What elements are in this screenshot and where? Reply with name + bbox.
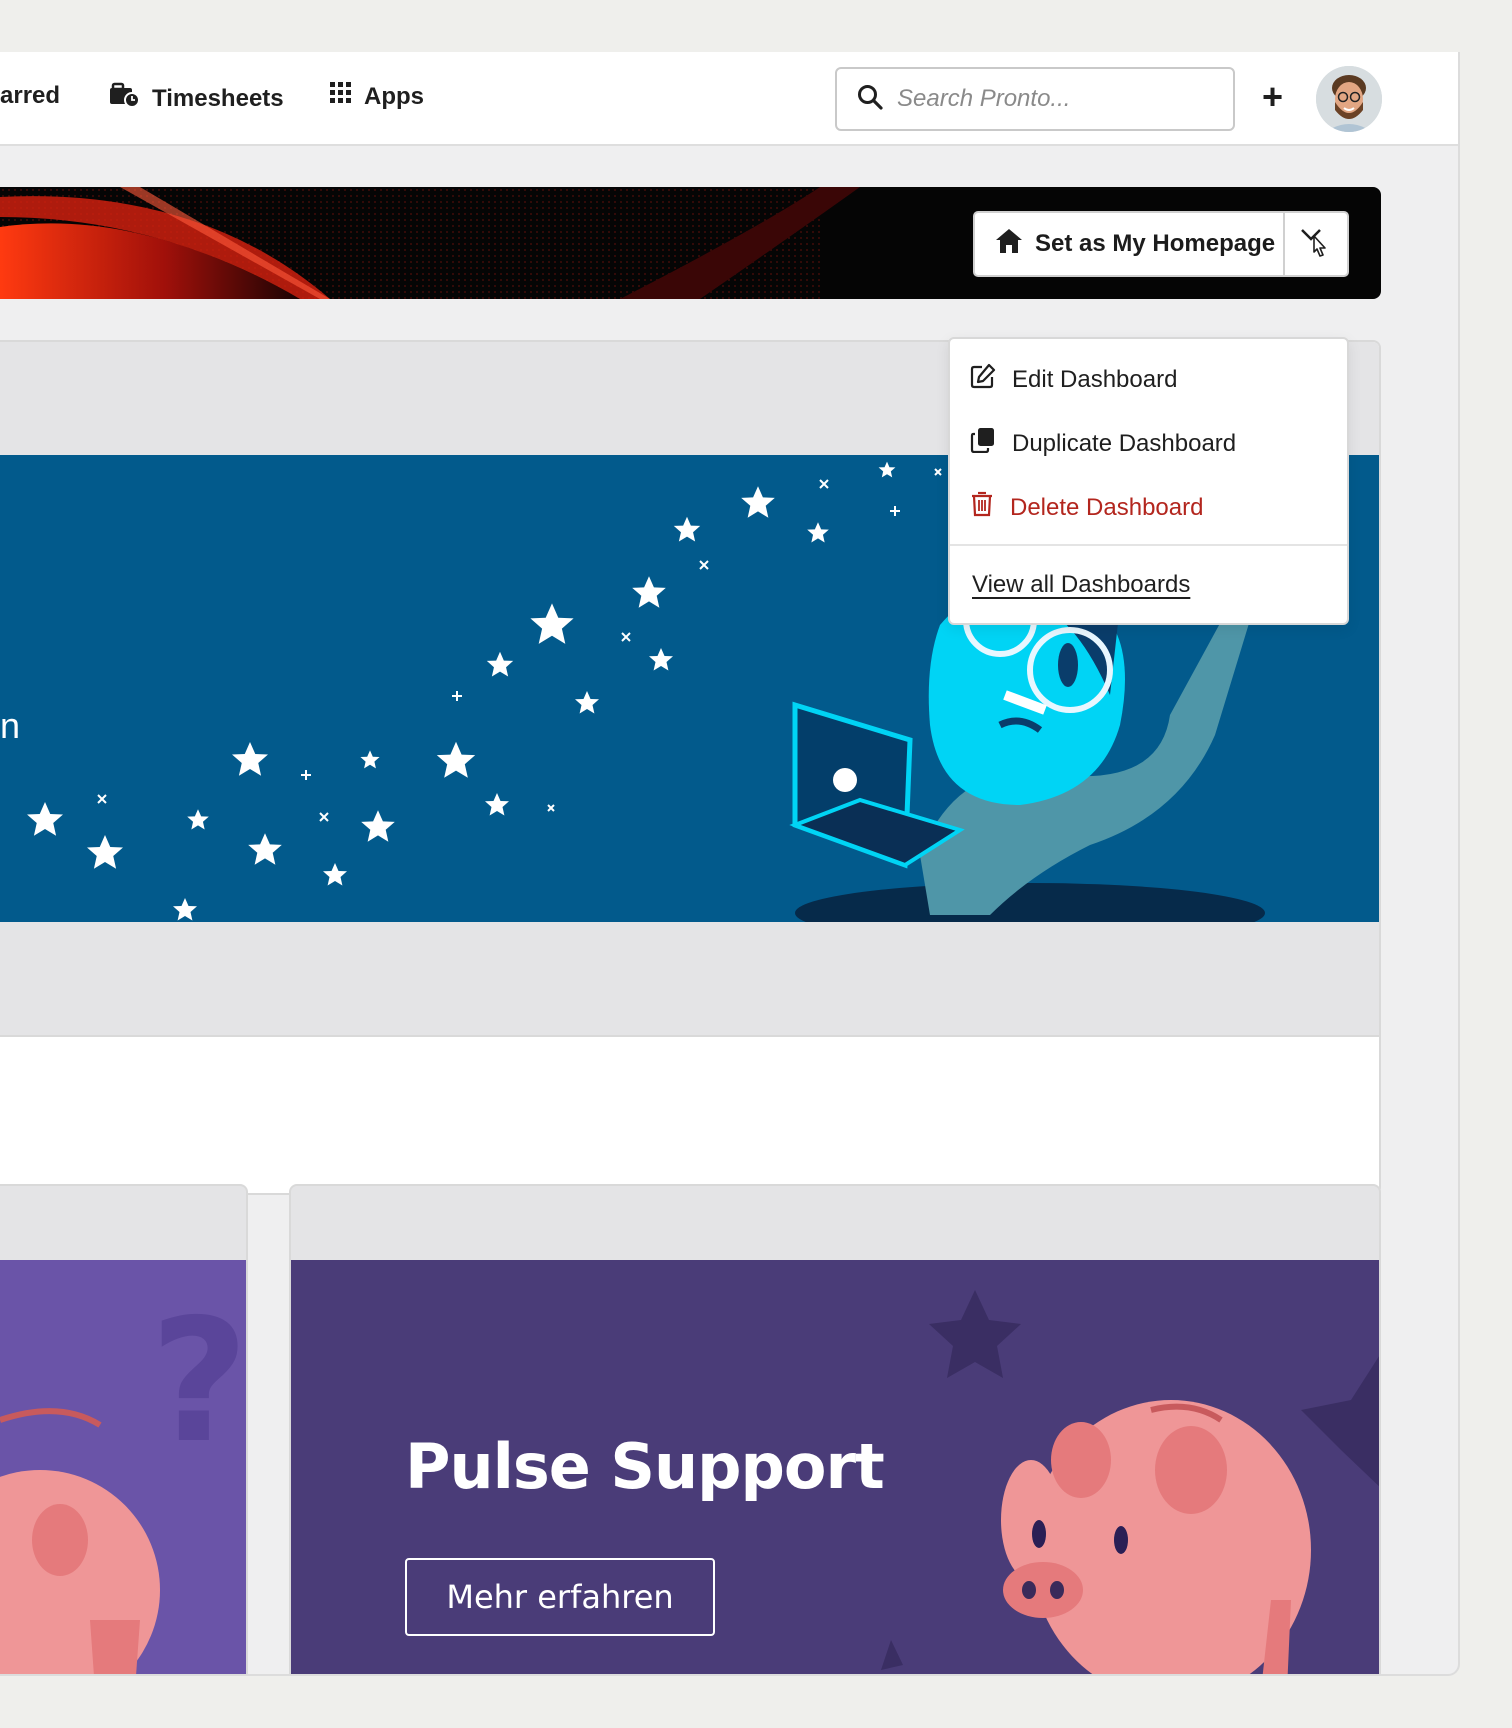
view-all-dashboards-link[interactable]: View all Dashboards <box>972 571 1190 599</box>
learn-more-button[interactable]: Mehr erfahren <box>405 1558 715 1636</box>
piggy-bank-illustration: ? <box>0 1260 248 1674</box>
nav-item-starred[interactable]: arred <box>0 82 60 110</box>
nav-item-timesheets[interactable]: Timesheets <box>110 82 284 115</box>
dashboard-options-menu: Edit Dashboard Duplicate Dashboard Delet… <box>948 337 1349 625</box>
trash-icon <box>970 491 994 524</box>
promo-card-pulse-support: Pulse Support Mehr erfahren <box>289 1184 1381 1674</box>
nav-item-apps[interactable]: Apps <box>330 82 424 111</box>
briefcase-clock-icon <box>110 82 140 115</box>
edit-icon <box>970 363 996 396</box>
duplicate-dashboard-label: Duplicate Dashboard <box>1012 429 1237 457</box>
delete-dashboard-item[interactable]: Delete Dashboard <box>970 491 1203 524</box>
chevron-down-icon <box>1298 222 1334 267</box>
edit-dashboard-item[interactable]: Edit Dashboard <box>970 363 1177 396</box>
set-homepage-button[interactable]: Set as My Homepage <box>975 213 1285 275</box>
pulse-support-title: Pulse Support <box>405 1430 885 1503</box>
copy-icon <box>970 427 996 460</box>
search-icon <box>857 84 883 115</box>
search-input[interactable]: Search Pronto... <box>835 67 1235 131</box>
delete-dashboard-label: Delete Dashboard <box>1010 493 1204 521</box>
menu-divider <box>950 544 1347 546</box>
duplicate-dashboard-item[interactable]: Duplicate Dashboard <box>970 427 1236 460</box>
dashboard-options-toggle[interactable] <box>1285 213 1347 275</box>
set-homepage-split-button: Set as My Homepage <box>973 211 1349 277</box>
pulse-support-banner: Pulse Support Mehr erfahren <box>291 1260 1379 1674</box>
search-placeholder: Search Pronto... <box>897 85 1071 112</box>
top-navigation-bar: arred Timesheets Apps Search Pronto... + <box>0 52 1458 146</box>
grid-icon <box>330 82 352 111</box>
app-window: arred Timesheets Apps Search Pronto... +… <box>0 52 1460 1676</box>
nav-item-label: Timesheets <box>152 84 284 112</box>
add-button[interactable]: + <box>1262 76 1283 118</box>
set-homepage-label: Set as My Homepage <box>1035 230 1276 257</box>
nav-item-label: Apps <box>364 82 424 110</box>
home-icon <box>995 228 1023 261</box>
banner-heading-fragment: n <box>0 705 21 746</box>
widget-footer <box>0 922 1379 1037</box>
svg-text:?: ? <box>150 1283 248 1481</box>
nav-item-label: arred <box>0 82 61 109</box>
edit-dashboard-label: Edit Dashboard <box>1012 365 1178 393</box>
avatar[interactable] <box>1316 66 1382 132</box>
promo-card-left: ? <box>0 1184 248 1674</box>
